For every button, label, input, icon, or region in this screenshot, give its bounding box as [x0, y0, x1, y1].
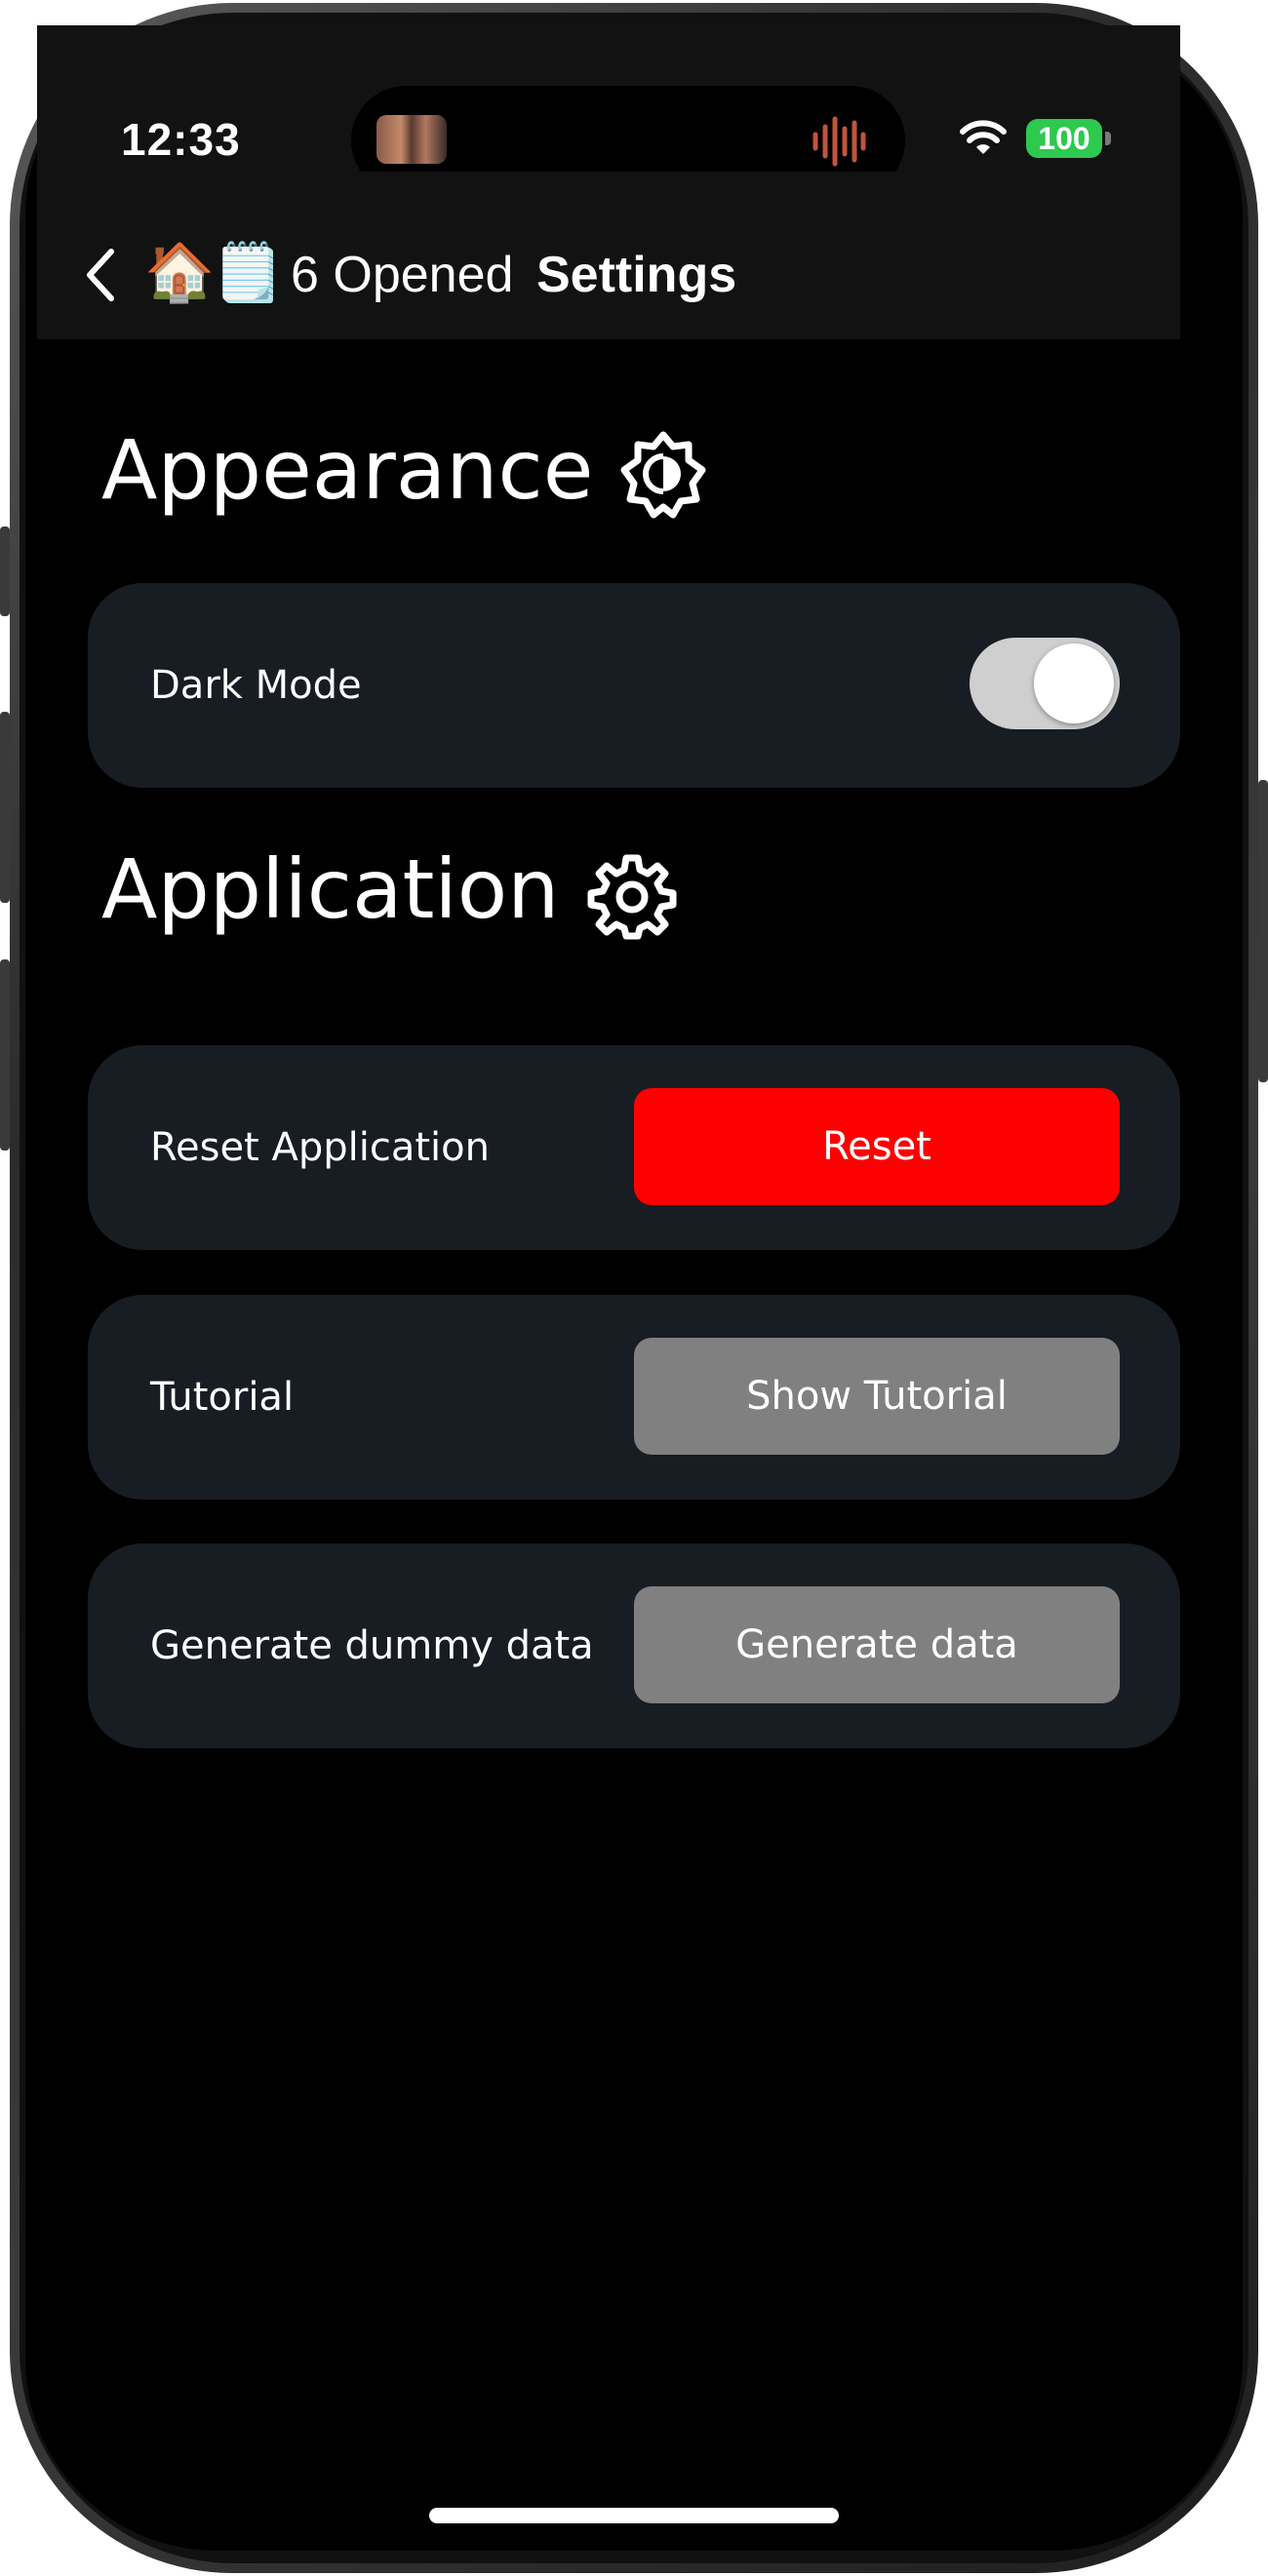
now-playing-thumbnail	[376, 115, 447, 164]
page-title: Settings	[536, 247, 737, 303]
screen	[25, 25, 1243, 2551]
reset-application-card: Reset Application Reset	[88, 1045, 1180, 1250]
home-indicator[interactable]	[429, 2508, 839, 2523]
battery-tip	[1105, 132, 1111, 145]
application-heading: Application	[101, 841, 560, 937]
reset-button[interactable]: Reset	[634, 1088, 1120, 1205]
volume-up-button	[0, 712, 10, 903]
volume-down-button	[0, 959, 10, 1151]
generate-dummy-data-label: Generate dummy data	[150, 1623, 594, 1668]
house-icon[interactable]: 🏠	[144, 242, 215, 304]
notepad-icon[interactable]: 🗒️	[213, 242, 283, 304]
toggle-knob	[1034, 644, 1114, 723]
audio-waveform-icon	[812, 116, 866, 167]
brightness-icon	[620, 431, 706, 519]
generate-dummy-data-card: Generate dummy data Generate data	[88, 1543, 1180, 1748]
tutorial-card: Tutorial Show Tutorial	[88, 1295, 1180, 1500]
appearance-heading: Appearance	[101, 422, 594, 518]
action-button	[0, 527, 10, 616]
back-chevron-icon[interactable]	[84, 248, 117, 302]
power-button	[1258, 780, 1268, 1082]
generate-data-button[interactable]: Generate data	[634, 1586, 1120, 1703]
tutorial-label: Tutorial	[150, 1375, 295, 1420]
battery-indicator: 100	[1026, 119, 1102, 158]
dark-mode-label: Dark Mode	[150, 663, 362, 708]
opened-count[interactable]: 6 Opened	[291, 246, 513, 304]
status-time: 12:33	[121, 114, 241, 165]
show-tutorial-button[interactable]: Show Tutorial	[634, 1338, 1120, 1455]
dark-mode-toggle[interactable]	[970, 638, 1120, 729]
wifi-icon	[960, 120, 1007, 154]
gear-icon	[587, 854, 677, 940]
reset-application-label: Reset Application	[150, 1125, 490, 1170]
dark-mode-card: Dark Mode	[88, 583, 1180, 788]
